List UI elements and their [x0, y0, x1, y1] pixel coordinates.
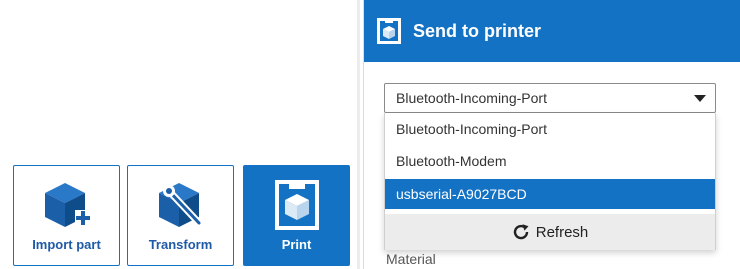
- refresh-icon: [512, 223, 530, 241]
- panel-divider: [357, 0, 360, 269]
- port-dropdown: Bluetooth-Incoming-Port Bluetooth-Modem …: [384, 113, 716, 250]
- send-to-printer-panel: Send to printer Bluetooth-Incoming-Port …: [363, 0, 740, 269]
- refresh-button[interactable]: Refresh: [385, 214, 715, 250]
- print-icon: [269, 177, 325, 233]
- transform-button[interactable]: Transform: [127, 165, 234, 266]
- caret-down-icon: [694, 95, 706, 102]
- printer-icon: [376, 18, 402, 44]
- print-button[interactable]: Print: [243, 165, 350, 266]
- refresh-label: Refresh: [535, 223, 589, 241]
- port-option[interactable]: Bluetooth-Incoming-Port: [385, 114, 715, 144]
- port-option[interactable]: Bluetooth-Modem: [385, 146, 715, 176]
- port-option-highlighted[interactable]: usbserial-A9027BCD: [385, 179, 715, 209]
- print-label: Print: [281, 237, 312, 252]
- port-select[interactable]: Bluetooth-Incoming-Port: [384, 83, 716, 113]
- transform-label: Transform: [148, 237, 213, 252]
- panel-title: Send to printer: [413, 20, 542, 41]
- transform-icon: [153, 177, 209, 233]
- panel-header: Send to printer: [364, 0, 740, 62]
- import-part-label: Import part: [32, 237, 101, 252]
- app-stage: Import part Transform Print Send to prin…: [0, 0, 740, 269]
- port-select-value: Bluetooth-Incoming-Port: [396, 90, 547, 106]
- import-part-icon: [39, 177, 95, 233]
- import-part-button[interactable]: Import part: [13, 165, 120, 266]
- material-label: Material: [386, 251, 436, 267]
